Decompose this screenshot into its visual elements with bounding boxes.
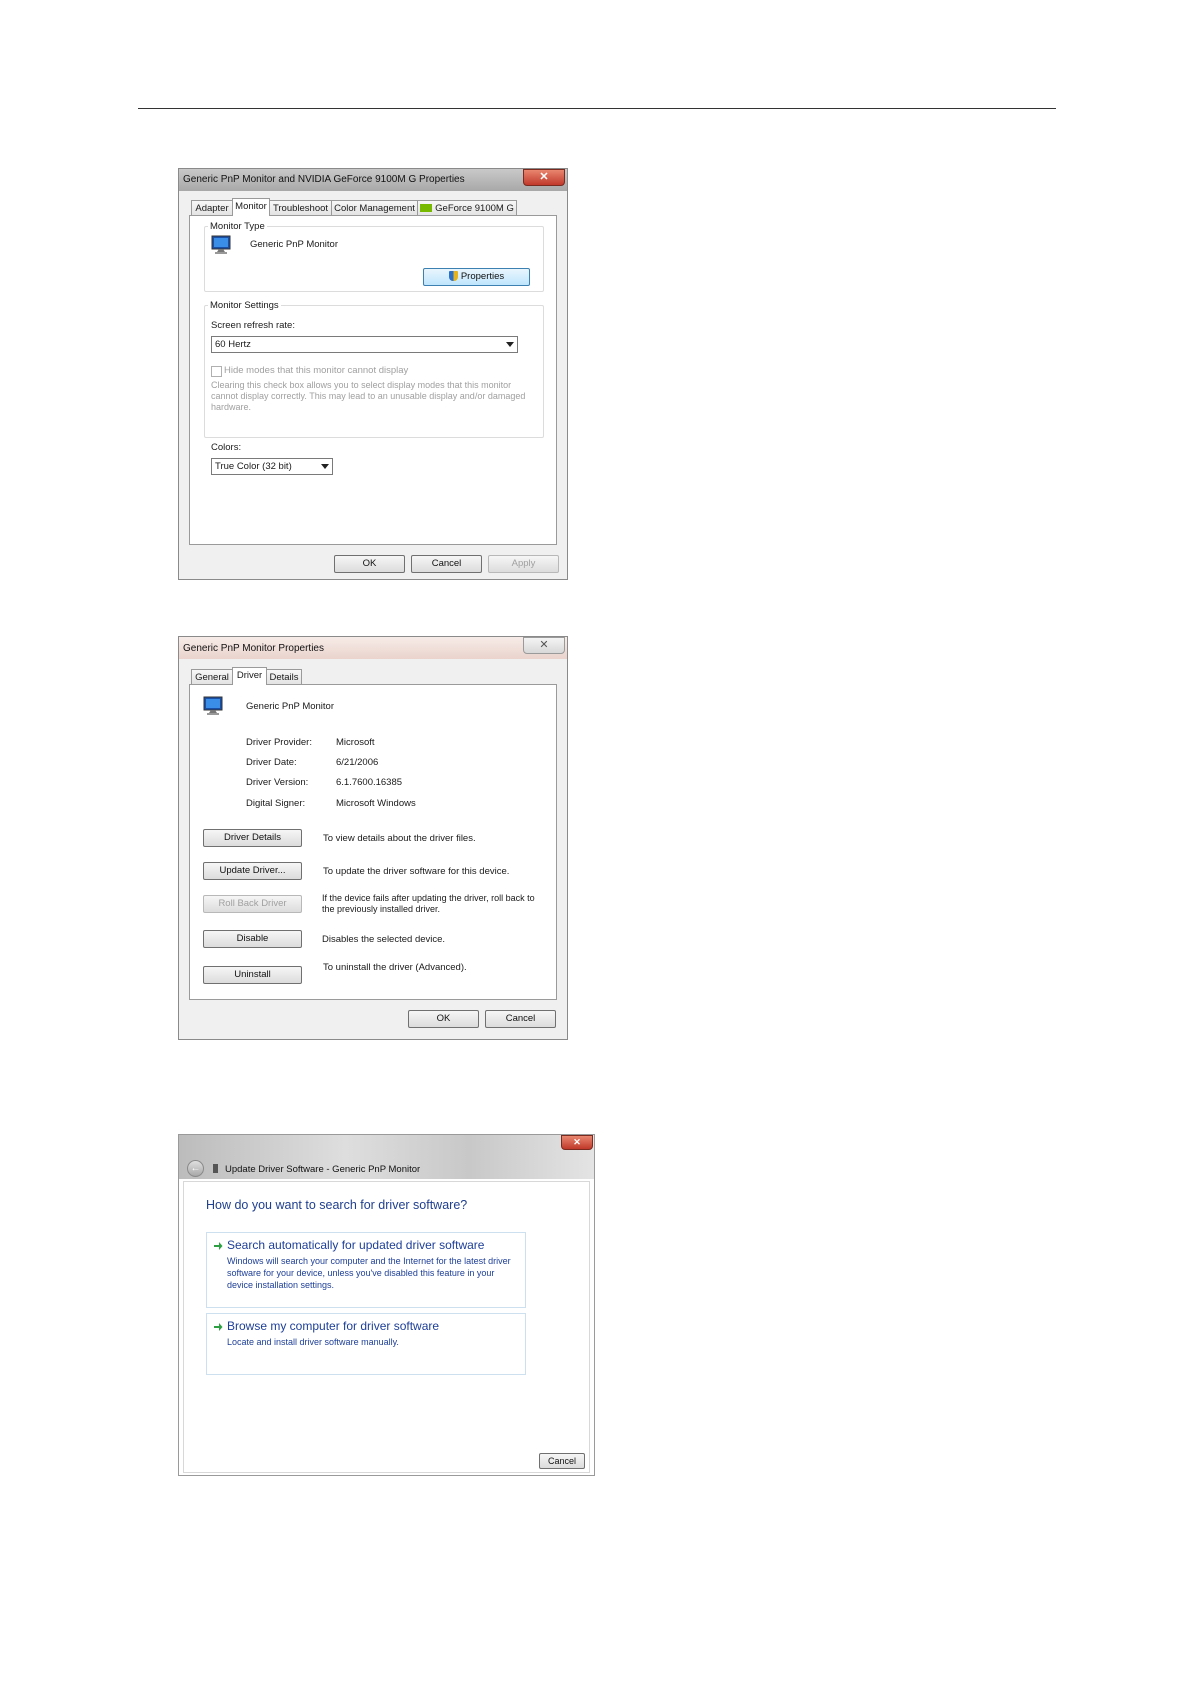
uninstall-button[interactable]: Uninstall [203,966,302,984]
driver-version-label: Driver Version: [246,777,309,788]
colors-label: Colors: [211,442,242,453]
dialog-title: Generic PnP Monitor Properties [183,643,324,654]
driver-date-label: Driver Date: [246,757,297,768]
uninstall-desc: To uninstall the driver (Advanced). [323,962,467,973]
tab-geforce[interactable]: GeForce 9100M G [417,200,517,216]
tab-color-management[interactable]: Color Management [331,200,418,216]
monitor-tab-panel: Monitor Type Generic PnP Monitor Propert… [189,215,557,545]
search-automatically-title: Search automatically for updated driver … [227,1238,485,1252]
ok-button[interactable]: OK [334,555,405,573]
arrow-right-icon [214,1323,223,1331]
browse-computer-title: Browse my computer for driver software [227,1319,440,1333]
title-bar: Generic PnP Monitor and NVIDIA GeForce 9… [179,169,567,191]
browse-computer-desc: Locate and install driver software manua… [227,1337,399,1347]
tab-general[interactable]: General [191,669,233,685]
tab-troubleshoot[interactable]: Troubleshoot [269,200,332,216]
update-driver-wizard: ✕ ← Update Driver Software - Generic PnP… [178,1134,595,1476]
wizard-question: How do you want to search for driver sof… [206,1198,468,1212]
hide-modes-label: Hide modes that this monitor cannot disp… [224,365,409,376]
tab-monitor[interactable]: Monitor [232,198,270,216]
monitor-icon [203,696,223,715]
hide-modes-description: Clearing this check box allows you to se… [211,380,526,412]
refresh-rate-label: Screen refresh rate: [211,320,295,331]
shield-icon [448,271,458,282]
cancel-button[interactable]: Cancel [485,1010,556,1028]
update-driver-desc: To update the driver software for this d… [323,866,510,877]
disable-desc: Disables the selected device. [322,934,446,945]
driver-version-value: 6.1.7600.16385 [336,777,403,788]
hide-modes-checkbox[interactable] [211,366,222,377]
tab-details[interactable]: Details [266,669,302,685]
device-name: Generic PnP Monitor [246,701,335,712]
monitor-icon [211,235,231,254]
digital-signer-value: Microsoft Windows [336,798,416,809]
digital-signer-label: Digital Signer: [246,798,306,809]
driver-date-value: 6/21/2006 [336,757,379,768]
monitor-settings-heading: Monitor Settings [208,300,281,311]
properties-button-label: Properties [460,271,505,282]
tab-driver[interactable]: Driver [232,667,267,685]
colors-select[interactable]: True Color (32 bit) [211,458,333,475]
properties-button[interactable]: Properties [423,268,530,286]
search-automatically-desc: Windows will search your computer and th… [227,1256,511,1290]
monitor-type-heading: Monitor Type [208,221,267,232]
refresh-rate-select[interactable]: 60 Hertz [211,336,518,353]
driver-details-desc: To view details about the driver files. [323,833,476,844]
monitor-name: Generic PnP Monitor [250,239,339,250]
driver-details-button[interactable]: Driver Details [203,829,302,847]
driver-tab-panel: Generic PnP Monitor Driver Provider: Mic… [189,684,557,1000]
driver-provider-value: Microsoft [336,737,375,748]
close-button[interactable]: ✕ [523,169,565,186]
chevron-down-icon [506,342,514,347]
browse-computer-option[interactable]: Browse my computer for driver software L… [206,1313,526,1375]
cancel-button[interactable]: Cancel [411,555,482,573]
cancel-button[interactable]: Cancel [539,1453,585,1469]
roll-back-driver-button[interactable]: Roll Back Driver [203,895,302,913]
dialog-title: Update Driver Software - Generic PnP Mon… [225,1164,421,1175]
nvidia-icon [420,204,433,213]
apply-button[interactable]: Apply [488,555,559,573]
search-automatically-option[interactable]: Search automatically for updated driver … [206,1232,526,1308]
dialog-title: Generic PnP Monitor and NVIDIA GeForce 9… [183,174,465,185]
roll-back-driver-desc: If the device fails after updating the d… [322,893,535,914]
update-driver-button[interactable]: Update Driver... [203,862,302,880]
back-arrow-icon[interactable]: ← [187,1160,204,1177]
refresh-rate-value: 60 Hertz [215,339,251,350]
arrow-right-icon [214,1242,223,1250]
close-button[interactable]: ✕ [561,1135,593,1150]
tab-adapter[interactable]: Adapter [191,200,233,216]
tab-geforce-label: GeForce 9100M G [435,203,514,214]
chevron-down-icon [321,464,329,469]
disable-button[interactable]: Disable [203,930,302,948]
close-button[interactable]: ✕ [523,637,565,654]
colors-value: True Color (32 bit) [215,461,292,472]
ok-button[interactable]: OK [408,1010,479,1028]
title-bar: Generic PnP Monitor Properties ✕ [179,637,567,659]
driver-provider-label: Driver Provider: [246,737,312,748]
wizard-content: How do you want to search for driver sof… [183,1181,590,1473]
driver-properties-dialog: Generic PnP Monitor Properties ✕ General… [178,636,568,1040]
monitor-properties-dialog: Generic PnP Monitor and NVIDIA GeForce 9… [178,168,568,580]
device-small-icon [213,1164,218,1173]
header-rule [138,108,1056,109]
